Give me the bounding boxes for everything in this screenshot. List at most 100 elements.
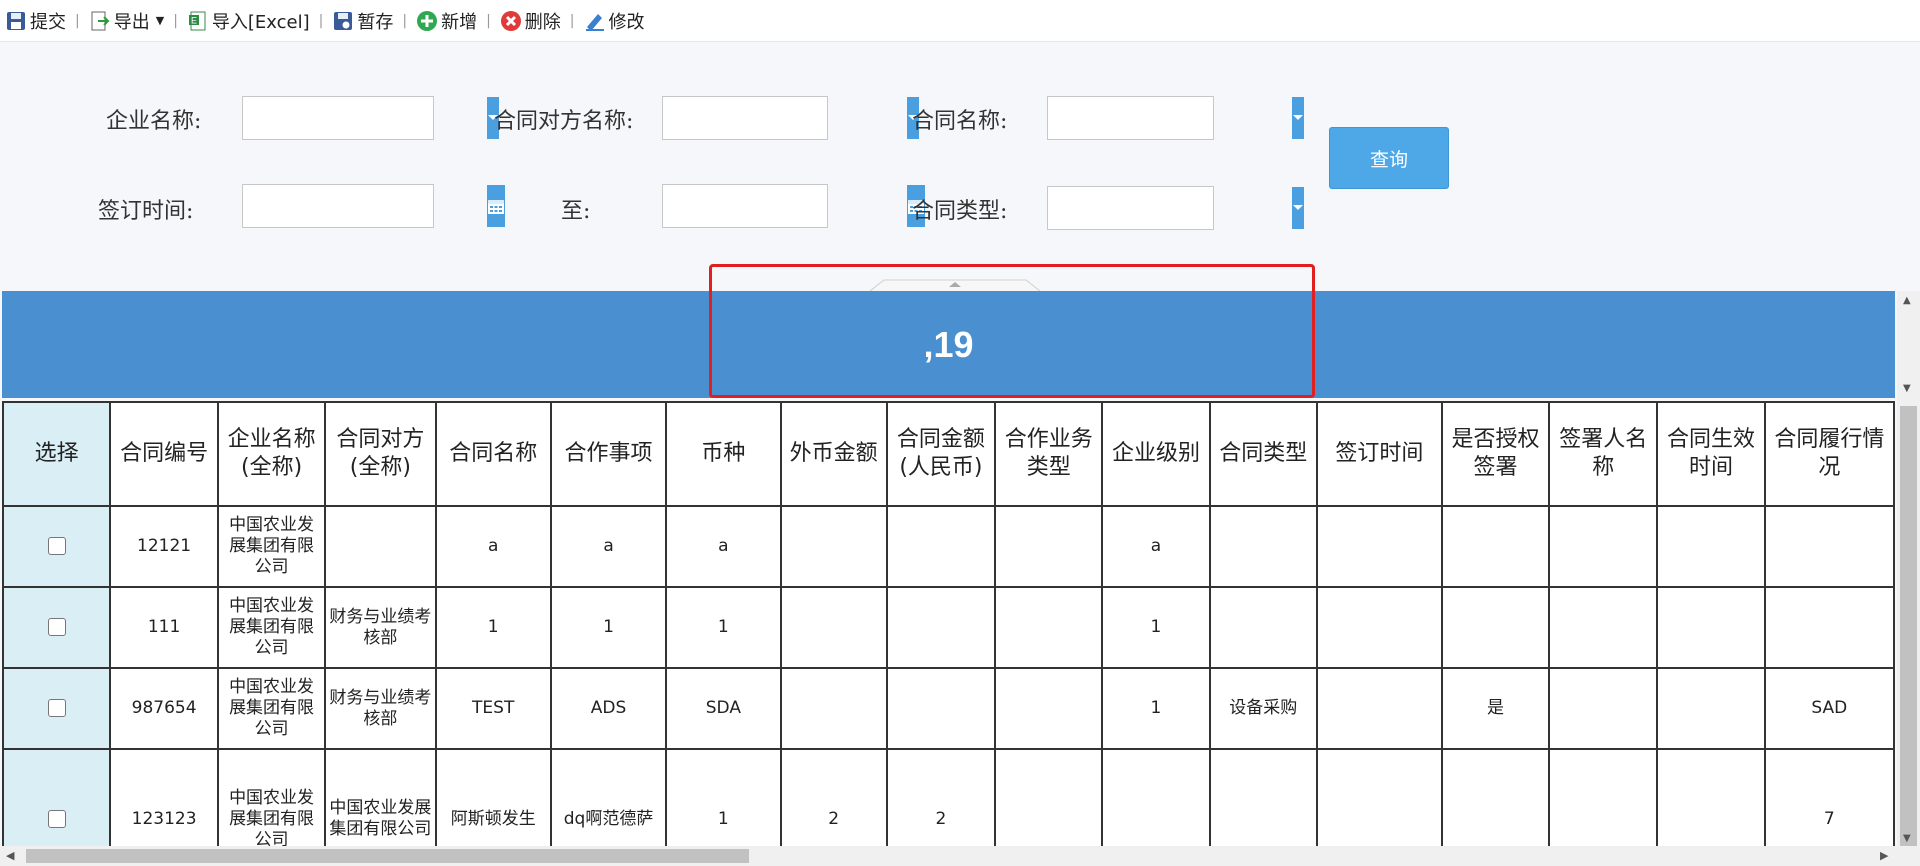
table-row[interactable]: 987654 中国农业发展集团有限公司 财务与业绩考核部 TEST ADS SD… bbox=[2, 667, 1895, 750]
save-draft-button[interactable]: 暂存 bbox=[329, 6, 396, 36]
column-header[interactable]: 合作业务类型 bbox=[994, 401, 1104, 507]
save-draft-icon bbox=[332, 10, 354, 32]
scroll-left-arrow-icon[interactable]: ◀ bbox=[6, 849, 14, 862]
column-header[interactable]: 选择 bbox=[2, 401, 112, 507]
table-cell bbox=[1548, 586, 1659, 669]
table-cell bbox=[1208, 748, 1318, 846]
add-label: 新增 bbox=[441, 11, 478, 33]
scroll-down-arrow-icon[interactable]: ▼ bbox=[1903, 383, 1911, 394]
export-label: 导出 bbox=[113, 11, 150, 33]
scroll-up-arrow-icon[interactable]: ▲ bbox=[1903, 295, 1911, 306]
query-button[interactable]: 查询 bbox=[1329, 127, 1449, 189]
toolbar: 提交 | 导出 ▼ | E 导入[Excel] | 暂存 | 新增 | 删除 | bbox=[0, 0, 1920, 42]
horizontal-scroll-thumb[interactable] bbox=[26, 849, 749, 863]
table-row[interactable]: 123123 中国农业发展集团有限公司 中国农业发展集团有限公司 阿斯顿发生 d… bbox=[2, 748, 1895, 846]
row-select-cell[interactable] bbox=[2, 505, 112, 588]
table-row[interactable]: 12121 中国农业发展集团有限公司 a a a a bbox=[2, 505, 1895, 588]
table-cell bbox=[779, 586, 888, 669]
scroll-down-arrow-icon[interactable]: ▼ bbox=[1903, 833, 1911, 844]
column-header[interactable]: 合同生效时间 bbox=[1656, 401, 1766, 507]
add-button[interactable]: 新增 bbox=[413, 6, 480, 36]
column-header[interactable]: 签署人名称 bbox=[1548, 401, 1659, 507]
column-header[interactable]: 企业名称(全称) bbox=[216, 401, 327, 507]
row-checkbox[interactable] bbox=[47, 537, 66, 555]
submit-button[interactable]: 提交 bbox=[2, 6, 69, 36]
table-cell: SAD bbox=[1763, 667, 1895, 750]
table-cell bbox=[994, 586, 1104, 669]
delete-circle-icon bbox=[500, 10, 522, 32]
toolbar-separator: | bbox=[402, 12, 408, 29]
row-checkbox[interactable] bbox=[47, 809, 66, 828]
vertical-scrollbar[interactable]: ▲ ▼ ▼ bbox=[1897, 291, 1920, 866]
contract-name-select[interactable] bbox=[1047, 96, 1304, 140]
counterparty-input[interactable] bbox=[663, 97, 907, 139]
column-header[interactable]: 合作事项 bbox=[549, 401, 668, 507]
delete-label: 删除 bbox=[524, 11, 561, 33]
contract-type-select[interactable] bbox=[1047, 186, 1304, 230]
company-name-select[interactable] bbox=[242, 96, 499, 140]
table-cell: 1 bbox=[1101, 667, 1211, 750]
calendar-icon[interactable] bbox=[487, 185, 505, 227]
table-cell: ADS bbox=[549, 667, 668, 750]
row-select-cell[interactable] bbox=[2, 667, 112, 750]
column-header[interactable]: 合同编号 bbox=[109, 401, 219, 507]
table-cell bbox=[1656, 667, 1766, 750]
sign-date-from-picker[interactable] bbox=[242, 184, 505, 228]
row-select-cell[interactable] bbox=[2, 586, 112, 669]
row-checkbox[interactable] bbox=[47, 618, 66, 636]
table-cell bbox=[1315, 586, 1443, 669]
horizontal-scrollbar[interactable]: ◀ ▶ bbox=[0, 846, 1920, 866]
table-cell: 中国农业发展集团有限公司 bbox=[216, 667, 327, 750]
scroll-right-arrow-icon[interactable]: ▶ bbox=[1880, 849, 1888, 862]
import-excel-button[interactable]: E 导入[Excel] bbox=[184, 6, 313, 36]
column-header[interactable]: 是否授权签署 bbox=[1440, 401, 1551, 507]
export-icon bbox=[89, 10, 111, 32]
table-cell bbox=[1548, 505, 1659, 588]
sign-date-from-input[interactable] bbox=[243, 185, 487, 227]
table-cell: 财务与业绩考核部 bbox=[324, 586, 437, 669]
table-cell: 中国农业发展集团有限公司 bbox=[216, 505, 327, 588]
column-header[interactable]: 外币金额 bbox=[779, 401, 888, 507]
export-button[interactable]: 导出 ▼ bbox=[86, 6, 167, 36]
row-select-cell[interactable] bbox=[2, 748, 112, 846]
contract-table: 选择 合同编号 企业名称(全称) 合同对方(全称) 合同名称 合作事项 币种 外… bbox=[2, 401, 1895, 846]
table-cell: dq啊范德萨 bbox=[549, 748, 668, 846]
edit-button[interactable]: 修改 bbox=[581, 6, 648, 36]
column-header[interactable]: 合同名称 bbox=[434, 401, 552, 507]
column-header[interactable]: 合同金额(人民币) bbox=[885, 401, 997, 507]
table-cell: 1 bbox=[665, 586, 782, 669]
table-cell bbox=[994, 667, 1104, 750]
column-header[interactable]: 企业级别 bbox=[1101, 401, 1211, 507]
company-name-input[interactable] bbox=[243, 97, 487, 139]
table-cell bbox=[1656, 586, 1766, 669]
chevron-down-icon[interactable] bbox=[1292, 97, 1304, 139]
contract-type-input[interactable] bbox=[1048, 187, 1292, 229]
table-cell bbox=[1440, 748, 1551, 846]
table-cell: 中国农业发展集团有限公司 bbox=[216, 586, 327, 669]
sign-date-to-picker[interactable] bbox=[662, 184, 925, 228]
column-header[interactable]: 币种 bbox=[665, 401, 782, 507]
column-header[interactable]: 合同履行情况 bbox=[1763, 401, 1895, 507]
table-row[interactable]: 111 中国农业发展集团有限公司 财务与业绩考核部 1 1 1 1 bbox=[2, 586, 1895, 669]
table-cell: 是 bbox=[1440, 667, 1551, 750]
vertical-scroll-thumb[interactable] bbox=[1900, 406, 1917, 866]
table-cell bbox=[1208, 505, 1318, 588]
import-excel-label: 导入[Excel] bbox=[211, 11, 310, 33]
chevron-down-icon[interactable] bbox=[1292, 187, 1304, 229]
column-header[interactable]: 签订时间 bbox=[1315, 401, 1443, 507]
contract-name-input[interactable] bbox=[1048, 97, 1292, 139]
company-name-label: 企业名称: bbox=[106, 109, 202, 134]
table-cell: 1 bbox=[1101, 586, 1211, 669]
row-checkbox[interactable] bbox=[47, 699, 66, 717]
table-cell bbox=[779, 667, 888, 750]
table-cell: TEST bbox=[434, 667, 552, 750]
table-cell: 1 bbox=[434, 586, 552, 669]
column-header[interactable]: 合同对方(全称) bbox=[324, 401, 437, 507]
table-cell: 987654 bbox=[109, 667, 219, 750]
column-header[interactable]: 合同类型 bbox=[1208, 401, 1318, 507]
toolbar-separator: | bbox=[569, 12, 575, 29]
table-cell: 1 bbox=[665, 748, 782, 846]
delete-button[interactable]: 删除 bbox=[497, 6, 564, 36]
sign-date-to-input[interactable] bbox=[663, 185, 907, 227]
counterparty-select[interactable] bbox=[662, 96, 919, 140]
